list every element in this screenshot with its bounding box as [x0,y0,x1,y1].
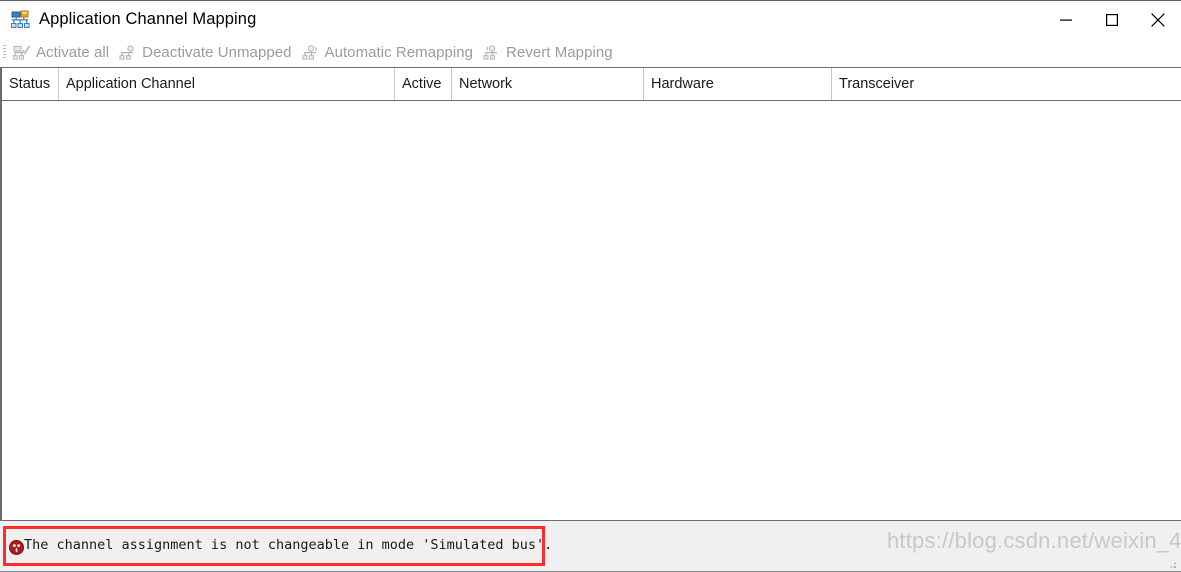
toolbar: Activate all Deactivate Unmapped Automat… [0,38,1181,67]
column-header-transceiver[interactable]: Transceiver [831,68,1181,100]
window-controls [1043,1,1181,38]
window-title: Application Channel Mapping [39,10,257,28]
toolbar-label: Automatic Remapping [324,44,474,61]
column-header-label: Hardware [651,76,714,92]
column-header-hardware[interactable]: Hardware [643,68,831,100]
toolbar-button-activate-all[interactable]: Activate all [10,41,112,65]
toolbar-button-deactivate-unmapped[interactable]: Deactivate Unmapped [116,41,294,65]
column-header-network[interactable]: Network [451,68,643,100]
column-header-label: Network [459,76,513,92]
column-header-label: Active [402,76,442,92]
application-channel-mapping-window: Application Channel Mapping Activate all… [0,0,1181,572]
column-header-active[interactable]: Active [394,68,451,100]
resize-grip[interactable] [1166,557,1178,569]
column-header-label: Status [9,76,51,92]
status-error-message: The channel assignment is not changeable… [24,537,553,553]
column-header-status[interactable]: Status [2,68,58,100]
column-header-label: Application Channel [66,76,195,92]
toolbar-label: Activate all [36,44,110,61]
close-icon[interactable] [1135,1,1181,38]
toolbar-label: Revert Mapping [506,44,613,61]
toolbar-gripper[interactable] [3,45,6,60]
maximize-icon[interactable] [1089,1,1135,38]
toolbar-button-automatic-remapping[interactable]: Automatic Remapping [299,41,477,65]
toolbar-button-revert-mapping[interactable]: Revert Mapping [480,41,616,65]
deactivate-unmapped-icon [119,45,137,61]
table-body[interactable] [2,101,1181,520]
channel-mapping-table: Status Application Channel Active Networ… [0,67,1181,520]
automatic-remapping-icon [302,44,320,61]
title-bar: Application Channel Mapping [0,0,1181,38]
status-error-box: The channel assignment is not changeable… [3,526,552,566]
toolbar-label: Deactivate Unmapped [142,44,292,61]
column-header-application-channel[interactable]: Application Channel [58,68,394,100]
activate-all-icon [12,44,31,61]
footer-bar: The channel assignment is not changeable… [0,520,1181,572]
column-header-label: Transceiver [839,76,915,92]
table-header-row: Status Application Channel Active Networ… [2,68,1181,101]
error-icon [9,540,24,555]
application-channel-mapping-icon [10,10,30,30]
minimize-icon[interactable] [1043,1,1089,38]
revert-mapping-icon [483,44,501,61]
